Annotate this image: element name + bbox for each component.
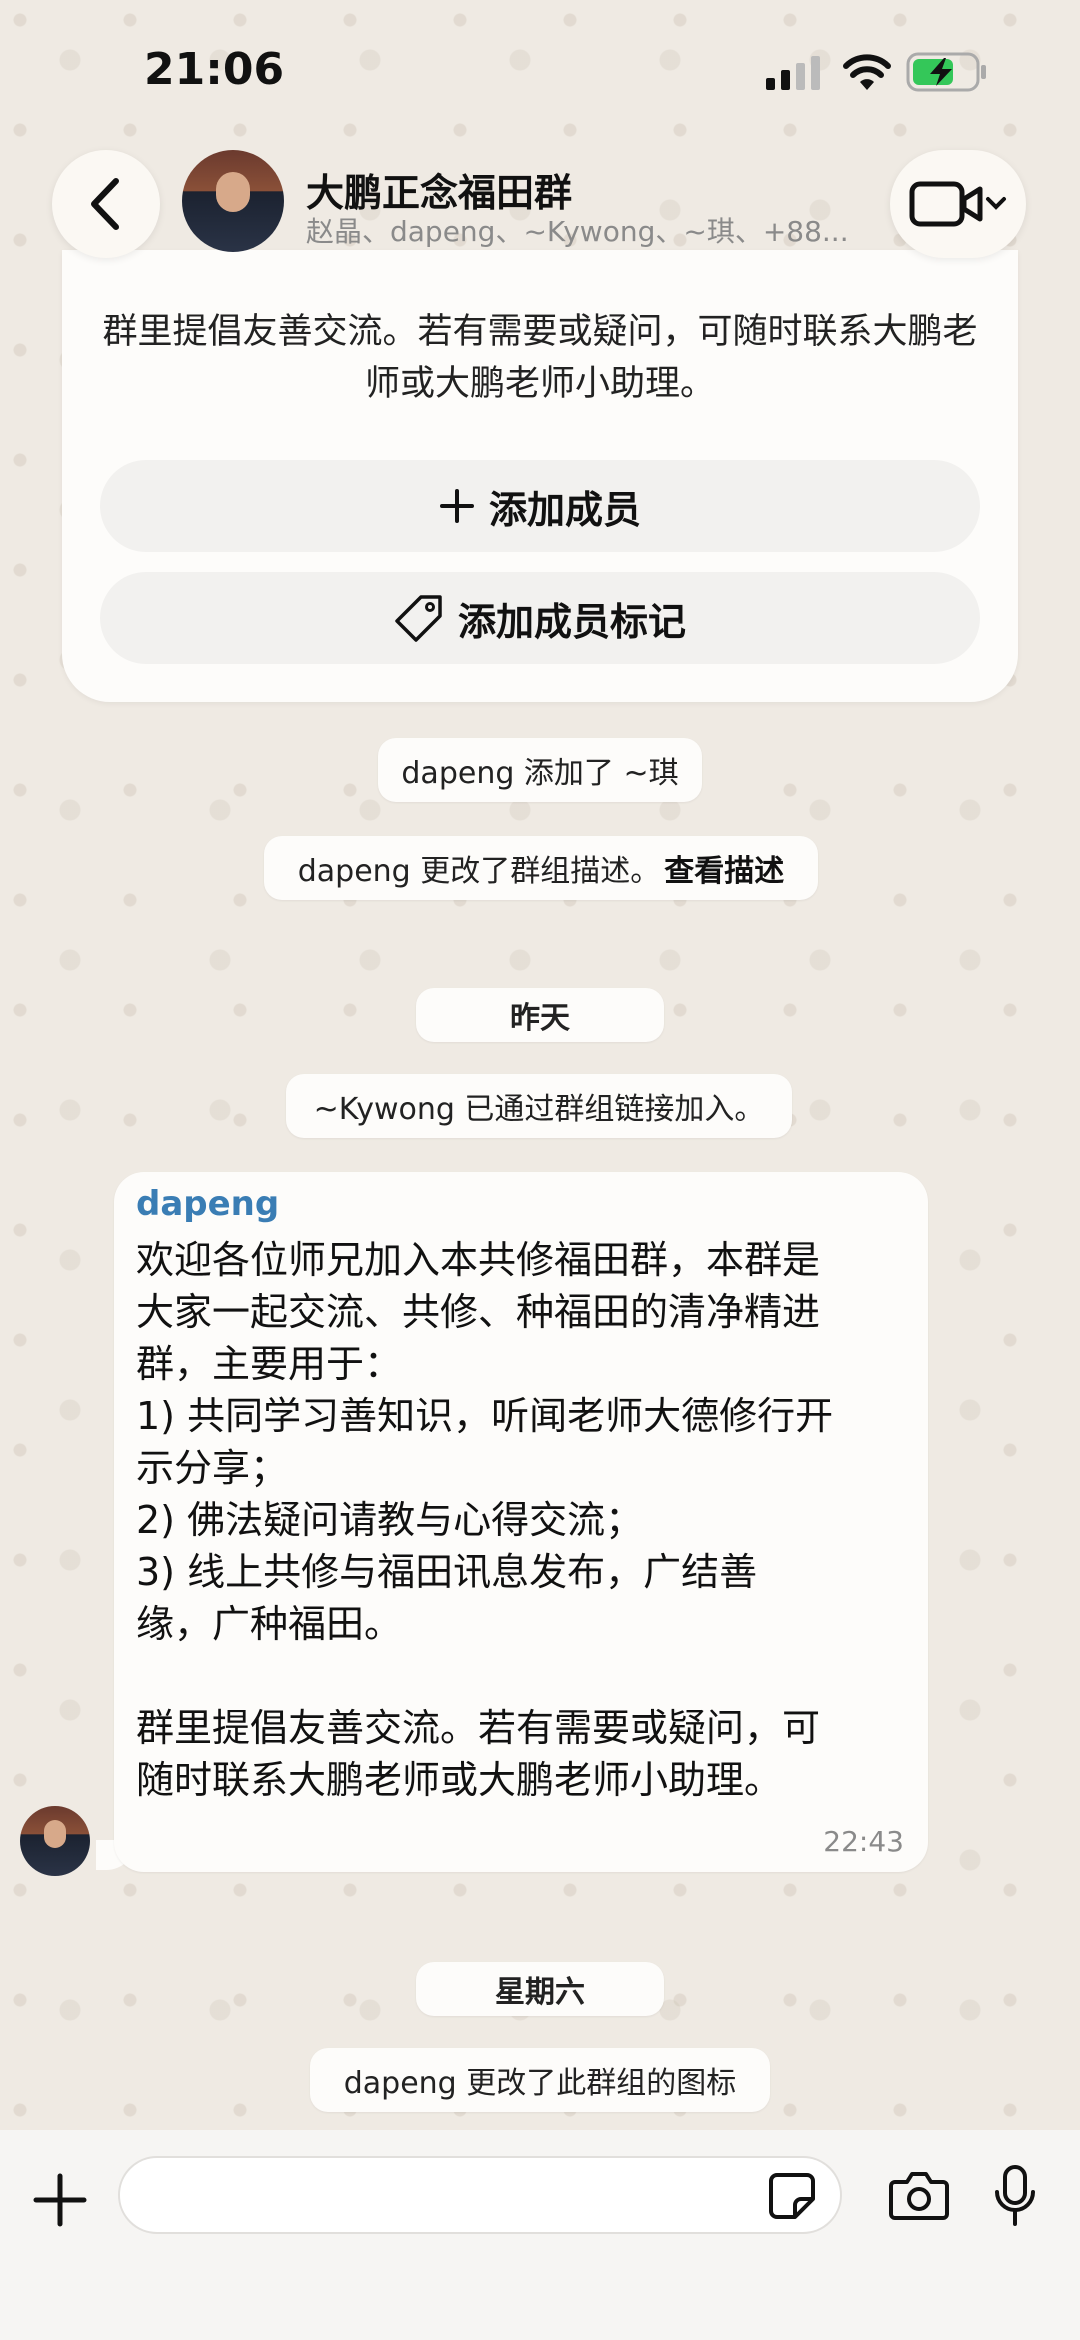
add-member-button[interactable]: 添加成员 [100,460,980,552]
sticker-button[interactable] [766,2170,818,2222]
date-separator-yesterday: 昨天 [416,988,664,1042]
view-description-link[interactable]: 查看描述 [664,846,784,890]
attach-button[interactable] [28,2168,92,2232]
plus-icon [439,489,474,523]
group-info-card: 群里提倡友善交流。若有需要或疑问，可随时联系大鹏老师或大鹏老师小助理。 添加成员… [62,250,1018,702]
date-separator-saturday: 星期六 [416,1962,664,2016]
add-member-label: 添加成员 [488,487,641,532]
battery-charging-icon [906,52,986,92]
sender-avatar[interactable] [20,1806,90,1876]
system-message-description-changed: dapeng 更改了群组描述。 查看描述 [264,836,818,900]
system-message-added: dapeng 添加了 ~琪 [378,738,702,802]
message-bubble[interactable]: dapeng 欢迎各位师兄加入本共修福田群，本群是 大家一起交流、共修、种福田的… [114,1172,928,1872]
tag-icon [395,595,442,642]
status-time: 21:06 [144,44,285,95]
message-sender[interactable]: dapeng [136,1184,279,1224]
group-title[interactable]: 大鹏正念福田群 [306,162,572,217]
microphone-icon [995,2165,1035,2226]
system-message-icon-changed: dapeng 更改了此群组的图标 [310,2048,770,2112]
system-message-joined: ~Kywong 已通过群组链接加入。 [286,1074,792,1138]
video-camera-icon [909,181,1006,227]
message-text: 欢迎各位师兄加入本共修福田群，本群是 大家一起交流、共修、种福田的清净精进 群，… [136,1238,834,1802]
chat-header: 大鹏正念福田群 赵晶、dapeng、~Kywong、~琪、+88... [0,148,1080,260]
group-description: 群里提倡友善交流。若有需要或疑问，可随时联系大鹏老师或大鹏老师小助理。 [102,312,978,404]
message-timestamp: 22:43 [823,1825,904,1858]
cellular-signal-icon [766,56,820,90]
microphone-button[interactable] [990,2162,1040,2230]
camera-icon [889,2172,949,2220]
group-avatar[interactable] [182,150,284,252]
wifi-icon [843,54,891,90]
sticker-icon [769,2173,815,2219]
message-input-field[interactable] [118,2156,842,2234]
group-members-list[interactable]: 赵晶、dapeng、~Kywong、~琪、+88... [306,210,846,250]
message-input[interactable] [144,2170,748,2222]
add-member-tag-button[interactable]: 添加成员标记 [100,572,980,664]
status-bar: 21:06 [0,0,1080,140]
message-composer [0,2130,1080,2340]
video-call-button[interactable] [890,150,1026,258]
add-member-tag-label: 添加成员标记 [457,599,686,644]
chevron-left-icon [91,178,119,230]
plus-icon [33,2173,87,2227]
camera-button[interactable] [888,2166,950,2226]
back-button[interactable] [52,150,160,258]
